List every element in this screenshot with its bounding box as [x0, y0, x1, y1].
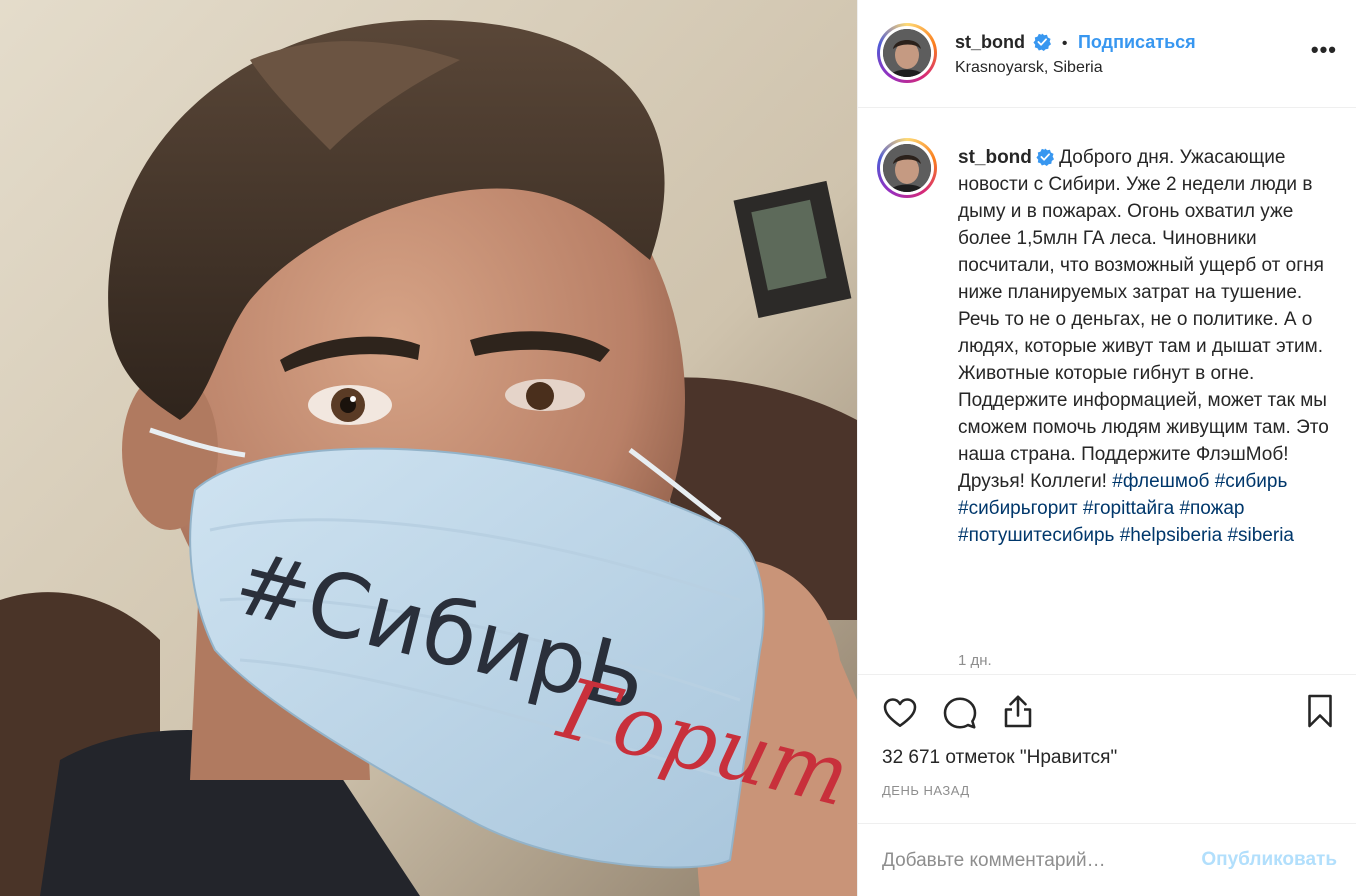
post-header: st_bond • Подписаться Krasnoyarsk, Siber… — [858, 0, 1356, 108]
post-actions: 32 671 отметок "Нравится" ДЕНЬ НАЗАД Опу… — [858, 674, 1356, 896]
comment-icon[interactable] — [942, 695, 978, 731]
verified-badge-icon — [1033, 33, 1052, 51]
avatar-image — [883, 29, 931, 77]
caption-avatar-image — [883, 144, 931, 192]
share-icon[interactable] — [1000, 693, 1036, 729]
caption-scroll-area[interactable]: st_bond Доброго дня. Ужасающие новости с… — [858, 108, 1356, 674]
likes-count[interactable]: 32 671 отметок "Нравится" — [882, 747, 1117, 769]
hashtag-link[interactable]: #флешмоб — [1112, 471, 1209, 492]
like-heart-icon[interactable] — [882, 695, 918, 731]
publish-button[interactable]: Опубликовать — [1201, 849, 1337, 871]
caption-text: st_bond Доброго дня. Ужасающие новости с… — [958, 144, 1333, 549]
instagram-post-view: #СибирЬ Горит st_bond • Подписаться Kras… — [0, 0, 1356, 896]
hashtag-link[interactable]: #потушитесибирь — [958, 525, 1114, 546]
hashtag-link[interactable]: #пожар — [1179, 498, 1244, 519]
more-options-icon[interactable]: ••• — [1311, 39, 1337, 61]
avatar[interactable] — [877, 23, 937, 83]
follow-button[interactable]: Подписаться — [1078, 32, 1196, 52]
save-bookmark-icon[interactable] — [1302, 693, 1338, 729]
photo-illustration: #СибирЬ Горит — [0, 0, 857, 896]
location-link[interactable]: Krasnoyarsk, Siberia — [955, 59, 1103, 77]
post-side-panel: st_bond • Подписаться Krasnoyarsk, Siber… — [857, 0, 1356, 896]
hashtag-link[interactable]: #горittайга — [1083, 498, 1174, 519]
separator-dot: • — [1061, 35, 1068, 52]
hashtag-link[interactable]: #helpsiberia — [1120, 525, 1222, 546]
post-photo[interactable]: #СибирЬ Горит — [0, 0, 857, 896]
header-username[interactable]: st_bond — [955, 32, 1025, 52]
caption-avatar[interactable] — [877, 138, 937, 198]
caption-username[interactable]: st_bond — [958, 147, 1032, 168]
hashtag-link[interactable]: #siberia — [1227, 525, 1294, 546]
caption-verified-badge-icon — [1036, 148, 1054, 166]
comment-bar: Опубликовать — [858, 823, 1356, 896]
header-user-line: st_bond • Подписаться — [955, 32, 1196, 53]
hashtag-link[interactable]: #сибирьгорит — [958, 498, 1078, 519]
caption-body: Доброго дня. Ужасающие новости с Сибири.… — [958, 147, 1329, 492]
hashtag-link[interactable]: #сибирь — [1215, 471, 1288, 492]
post-date[interactable]: ДЕНЬ НАЗАД — [882, 783, 970, 798]
caption-timestamp: 1 дн. — [958, 652, 992, 669]
comment-input[interactable] — [882, 848, 1182, 874]
